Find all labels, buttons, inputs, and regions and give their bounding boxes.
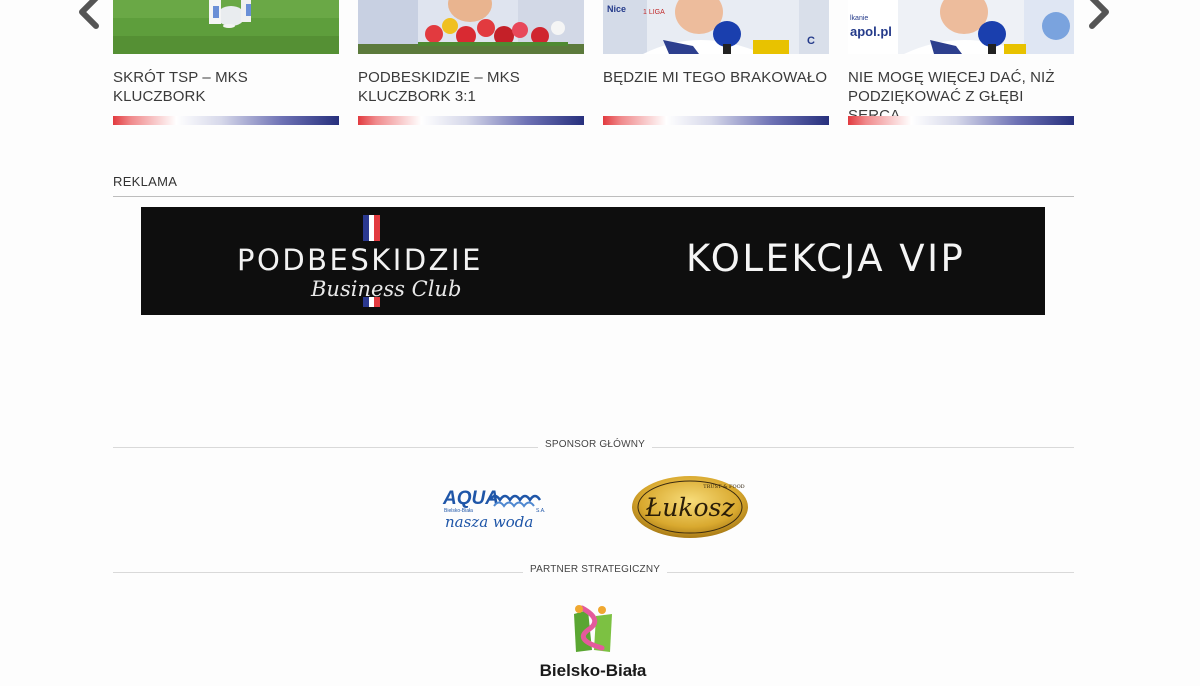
carousel-card[interactable]: SKRÓT TSP – MKS KLUCZBORK (113, 0, 339, 126)
svg-text:C: C (807, 35, 815, 47)
svg-text:Nice: Nice (607, 4, 626, 14)
card-thumbnail[interactable] (358, 0, 584, 54)
card-color-bar (358, 116, 584, 125)
card-title[interactable]: PODBESKIDZIE – MKS KLUCZBORK 3:1 (358, 68, 584, 106)
banner-club-text: Business Club (311, 277, 462, 301)
flag-icon (363, 215, 380, 241)
flag-icon (363, 297, 380, 307)
strategic-partner-label: PARTNER STRATEGICZNY (523, 564, 668, 575)
news-carousel: SKRÓT TSP – MKS KLUCZBORK PODBESKIDZIE –… (113, 0, 1074, 126)
carousel-card[interactable]: Nice 1 LIGA C BĘDZIE MI TEGO BRAKOWAŁO (603, 0, 829, 126)
card-thumbnail[interactable]: lkanie apol.pl (848, 0, 1074, 54)
page: SKRÓT TSP – MKS KLUCZBORK PODBESKIDZIE –… (0, 0, 1200, 686)
chevron-left-icon (79, 0, 99, 29)
carousel-card[interactable]: PODBESKIDZIE – MKS KLUCZBORK 3:1 (358, 0, 584, 126)
lukosz-sponsor-logo[interactable]: Łukosz TRUST & FOOD (630, 474, 750, 540)
banner-vip-text: KOLEKCJA VIP (686, 237, 966, 280)
main-sponsor-label: SPONSOR GŁÓWNY (538, 439, 653, 450)
card-title[interactable]: BĘDZIE MI TEGO BRAKOWAŁO (603, 68, 829, 87)
card-thumbnail[interactable]: Nice 1 LIGA C (603, 0, 829, 54)
carousel-prev-button[interactable] (74, 0, 104, 34)
svg-text:nasza woda: nasza woda (445, 513, 533, 531)
svg-text:Bielsko-Biała: Bielsko-Biała (540, 661, 647, 680)
bielsko-biala-partner-logo[interactable]: Bielsko-Biała (530, 600, 656, 684)
ad-banner[interactable]: PODBESKIDZIE Business Club KOLEKCJA VIP (141, 207, 1045, 315)
ad-section-label: REKLAMA (113, 174, 178, 189)
aqua-sponsor-logo[interactable]: AQUA Bielsko-Biała S.A. nasza woda (440, 482, 550, 542)
card-title[interactable]: SKRÓT TSP – MKS KLUCZBORK (113, 68, 339, 106)
ad-section-divider (113, 196, 1074, 197)
svg-text:1 LIGA: 1 LIGA (643, 9, 665, 16)
carousel-card[interactable]: lkanie apol.pl NIE MOGĘ WIĘCEJ DAĆ, NIŻ … (848, 0, 1074, 126)
svg-text:lkanie: lkanie (850, 15, 868, 22)
svg-text:apol.pl: apol.pl (850, 24, 892, 39)
svg-text:TRUST & FOOD: TRUST & FOOD (703, 484, 744, 490)
svg-text:S.A.: S.A. (536, 508, 545, 514)
svg-text:Łukosz: Łukosz (644, 493, 735, 522)
chevron-right-icon (1089, 0, 1109, 29)
card-color-bar (848, 116, 1074, 125)
card-thumbnail[interactable] (113, 0, 339, 54)
card-color-bar (603, 116, 829, 125)
carousel-next-button[interactable] (1084, 0, 1114, 34)
card-color-bar (113, 116, 339, 125)
banner-brand-text: PODBESKIDZIE (237, 243, 483, 277)
